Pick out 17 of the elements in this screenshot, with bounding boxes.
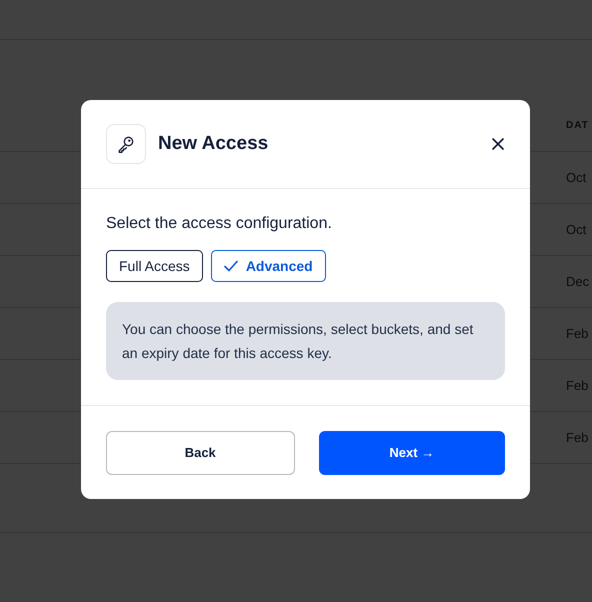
table-cell: Dec [566, 274, 590, 289]
back-button[interactable]: Back [106, 430, 294, 474]
check-icon [224, 260, 238, 272]
next-button[interactable]: Next → [318, 430, 505, 474]
table-cell: Oct [566, 222, 586, 237]
option-toggle[interactable]: Full Access [106, 250, 203, 282]
table-cell: Feb [566, 378, 588, 393]
table-cell: Feb [566, 326, 588, 341]
key-icon [106, 124, 146, 164]
prompt-text: Select the access configuration. [106, 215, 333, 233]
table-cell: Oct [566, 170, 586, 185]
dialog-title: New Access [158, 133, 270, 155]
close-icon[interactable] [491, 137, 505, 151]
table-cell: Feb [566, 430, 588, 445]
column-header: DAT [566, 120, 589, 131]
option-toggle[interactable]: Advanced [210, 250, 326, 282]
info-note: You can choose the permissions, select buckets, and set an expiry date for this access key. [106, 302, 505, 380]
